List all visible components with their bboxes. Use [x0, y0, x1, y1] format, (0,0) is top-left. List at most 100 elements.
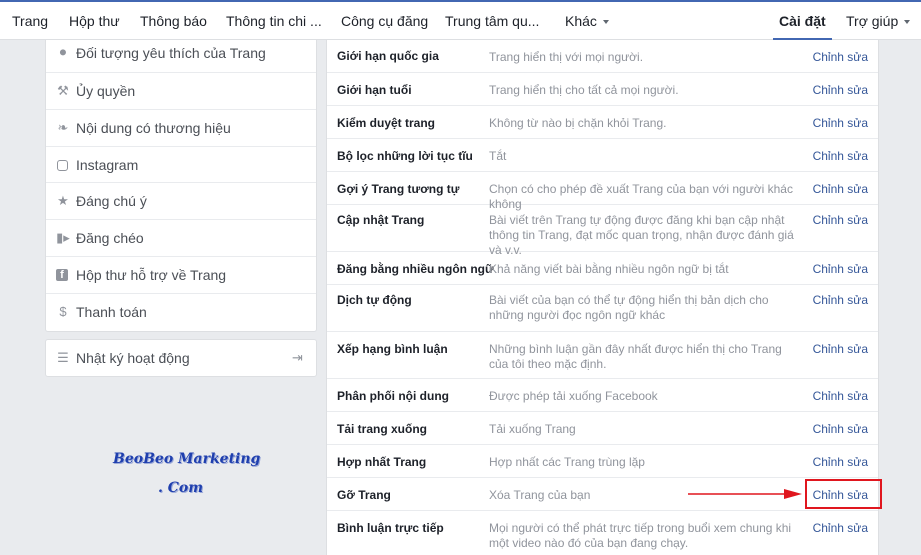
list-icon: ☰ [57, 350, 69, 365]
nav-tab-insights[interactable]: Thông tin chi ... [226, 2, 322, 40]
setting-label: Kiểm duyệt trang [337, 116, 436, 130]
edit-link[interactable]: Chỉnh sửa [813, 213, 868, 227]
video-icon: ▮▸ [56, 230, 70, 246]
table-row: Hợp nhất Trang Hợp nhất các Trang trùng … [327, 445, 878, 478]
setting-value: Những bình luận gần đây nhất được hiển t… [489, 342, 782, 371]
sidebar-item-label: Nội dung có thương hiệu [76, 119, 231, 136]
setting-label: Dịch tự động [337, 293, 412, 307]
nav-tab-ad-center[interactable]: Trung tâm qu... [445, 2, 539, 40]
sidebar-item-support-inbox[interactable]: f Hộp thư hỗ trợ về Trang [46, 257, 316, 294]
sidebar-item-label: Đáng chú ý [76, 193, 147, 210]
nav-tab-notifications[interactable]: Thông báo [140, 2, 207, 40]
dollar-icon: $ [59, 303, 67, 319]
edit-link[interactable]: Chỉnh sửa [813, 422, 868, 436]
nav-tab-publishing-tools[interactable]: Công cụ đăng [341, 2, 428, 40]
exit-icon: ⇥ [292, 350, 303, 365]
top-nav: Trang Hộp thư Thông báo Thông tin chi ..… [0, 0, 921, 40]
setting-label: Phân phối nội dung [337, 389, 449, 403]
setting-label: Gợi ý Trang tương tự [337, 182, 460, 196]
setting-value: Bài viết của bạn có thể tự động hiển thị… [489, 293, 769, 322]
table-row: Phân phối nội dung Được phép tải xuống F… [327, 379, 878, 412]
sidebar-item-instagram[interactable]: Instagram [46, 147, 316, 184]
sidebar-item-preferred-audience[interactable]: ⚫ Đối tượng yêu thích của Trang [46, 40, 316, 73]
settings-sidebar: ⚫ Đối tượng yêu thích của Trang ⚒ Ủy quy… [45, 40, 317, 332]
table-row: Bộ lọc những lời tục tĩu Tắt Chỉnh sửa [327, 139, 878, 172]
edit-link[interactable]: Chỉnh sửa [813, 116, 868, 130]
setting-value: Tắt [489, 149, 507, 163]
activity-log-panel: ☰ Nhật ký hoạt động ⇥ [45, 339, 317, 377]
setting-label: Hợp nhất Trang [337, 455, 427, 469]
sidebar-item-label: Hộp thư hỗ trợ về Trang [76, 266, 227, 283]
table-row: Cập nhật Trang Bài viết trên Trang tự độ… [327, 205, 878, 257]
edit-link[interactable]: Chỉnh sửa [813, 182, 868, 196]
table-row: Kiểm duyệt trang Không từ nào bị chặn kh… [327, 106, 878, 139]
sidebar-item-authorizations[interactable]: ⚒ Ủy quyền [46, 73, 316, 110]
setting-label: Tải trang xuống [337, 422, 427, 436]
nav-tab-help-label: Trợ giúp [846, 13, 899, 29]
sidebar-item-featured[interactable]: ★ Đáng chú ý [46, 183, 316, 221]
sidebar-item-label: Nhật ký hoạt động [76, 350, 190, 366]
edit-link[interactable]: Chỉnh sửa [813, 50, 868, 64]
table-row: Dịch tự động Bài viết của bạn có thể tự … [327, 285, 878, 332]
table-row: Gợi ý Trang tương tự Chọn có cho phép đề… [327, 172, 878, 211]
table-row: Xếp hạng bình luận Những bình luận gần đ… [327, 332, 878, 379]
instagram-icon [57, 159, 68, 171]
setting-value: Khả năng viết bài bằng nhiều ngôn ngữ bị… [489, 262, 729, 276]
sidebar-item-payments[interactable]: $ Thanh toán [46, 294, 316, 331]
setting-label: Đăng bằng nhiều ngôn ngữ [337, 262, 494, 276]
sidebar-item-activity-log[interactable]: ☰ Nhật ký hoạt động ⇥ [46, 340, 316, 377]
nav-tab-help[interactable]: Trợ giúp [846, 2, 911, 40]
sidebar-item-branded-content[interactable]: ❧ Nội dung có thương hiệu [46, 110, 316, 147]
edit-link[interactable]: Chỉnh sửa [813, 262, 868, 276]
setting-value: Trang hiển thị cho tất cả mọi người. [489, 83, 679, 97]
nav-tab-more-label: Khác [565, 13, 597, 29]
watermark-line-1: BeoBeo Marketing [113, 451, 261, 467]
setting-label: Bình luận trực tiếp [337, 521, 444, 535]
nav-tab-settings[interactable]: Cài đặt [773, 2, 832, 40]
nav-tab-more[interactable]: Khác [565, 2, 609, 40]
edit-link[interactable]: Chỉnh sửa [813, 389, 868, 403]
handshake-icon: ❧ [57, 119, 69, 135]
edit-link[interactable]: Chỉnh sửa [813, 149, 868, 163]
table-row: Tải trang xuống Tải xuống Trang Chỉnh sử… [327, 412, 878, 445]
annotation-highlight-box [805, 479, 882, 509]
sidebar-item-label: Thanh toán [76, 303, 147, 320]
setting-value: Không từ nào bị chặn khỏi Trang. [489, 116, 667, 130]
table-row: Giới hạn tuổi Trang hiển thị cho tất cả … [327, 73, 878, 106]
edit-link[interactable]: Chỉnh sửa [813, 521, 868, 535]
setting-value: Mọi người có thể phát trực tiếp trong bu… [489, 521, 792, 550]
setting-label: Bộ lọc những lời tục tĩu [337, 149, 473, 163]
table-row: Giới hạn quốc gia Trang hiển thị với mọi… [327, 40, 878, 73]
edit-link[interactable]: Chỉnh sửa [813, 293, 868, 307]
setting-value: Trang hiển thị với mọi người. [489, 50, 644, 64]
setting-value: Hợp nhất các Trang trùng lặp [489, 455, 645, 469]
nav-tab-page[interactable]: Trang [12, 2, 48, 40]
sidebar-item-label: Đăng chéo [76, 230, 144, 247]
sidebar-item-label: Đối tượng yêu thích của Trang [76, 45, 266, 61]
nav-tab-inbox[interactable]: Hộp thư [69, 2, 120, 40]
annotation-arrow-icon [688, 489, 802, 499]
audience-icon: ⚫ [57, 45, 69, 60]
edit-link[interactable]: Chỉnh sửa [813, 342, 868, 356]
setting-value: Được phép tải xuống Facebook [489, 389, 658, 403]
chevron-down-icon [904, 20, 911, 25]
setting-label: Gỡ Trang [337, 488, 391, 502]
setting-label: Cập nhật Trang [337, 213, 425, 227]
edit-link[interactable]: Chỉnh sửa [813, 455, 868, 469]
facebook-icon: f [56, 268, 68, 281]
setting-label: Giới hạn quốc gia [337, 49, 439, 63]
edit-link[interactable]: Chỉnh sửa [813, 83, 868, 97]
table-row: Bình luận trực tiếp Mọi người có thể phá… [327, 511, 878, 555]
setting-label: Xếp hạng bình luận [337, 342, 448, 356]
setting-value: Tải xuống Trang [489, 422, 576, 436]
star-icon: ★ [57, 193, 69, 209]
sidebar-item-label: Instagram [76, 156, 139, 173]
setting-label: Giới hạn tuổi [337, 83, 412, 97]
settings-list: Giới hạn quốc gia Trang hiển thị với mọi… [326, 40, 879, 555]
sidebar-item-label: Ủy quyền [76, 83, 136, 99]
sidebar-item-crossposting[interactable]: ▮▸ Đăng chéo [46, 220, 316, 257]
watermark-line-2: . Com [158, 480, 204, 496]
chevron-down-icon [602, 20, 609, 25]
wrench-icon: ⚒ [57, 83, 69, 98]
table-row: Đăng bằng nhiều ngôn ngữ Khả năng viết b… [327, 252, 878, 285]
